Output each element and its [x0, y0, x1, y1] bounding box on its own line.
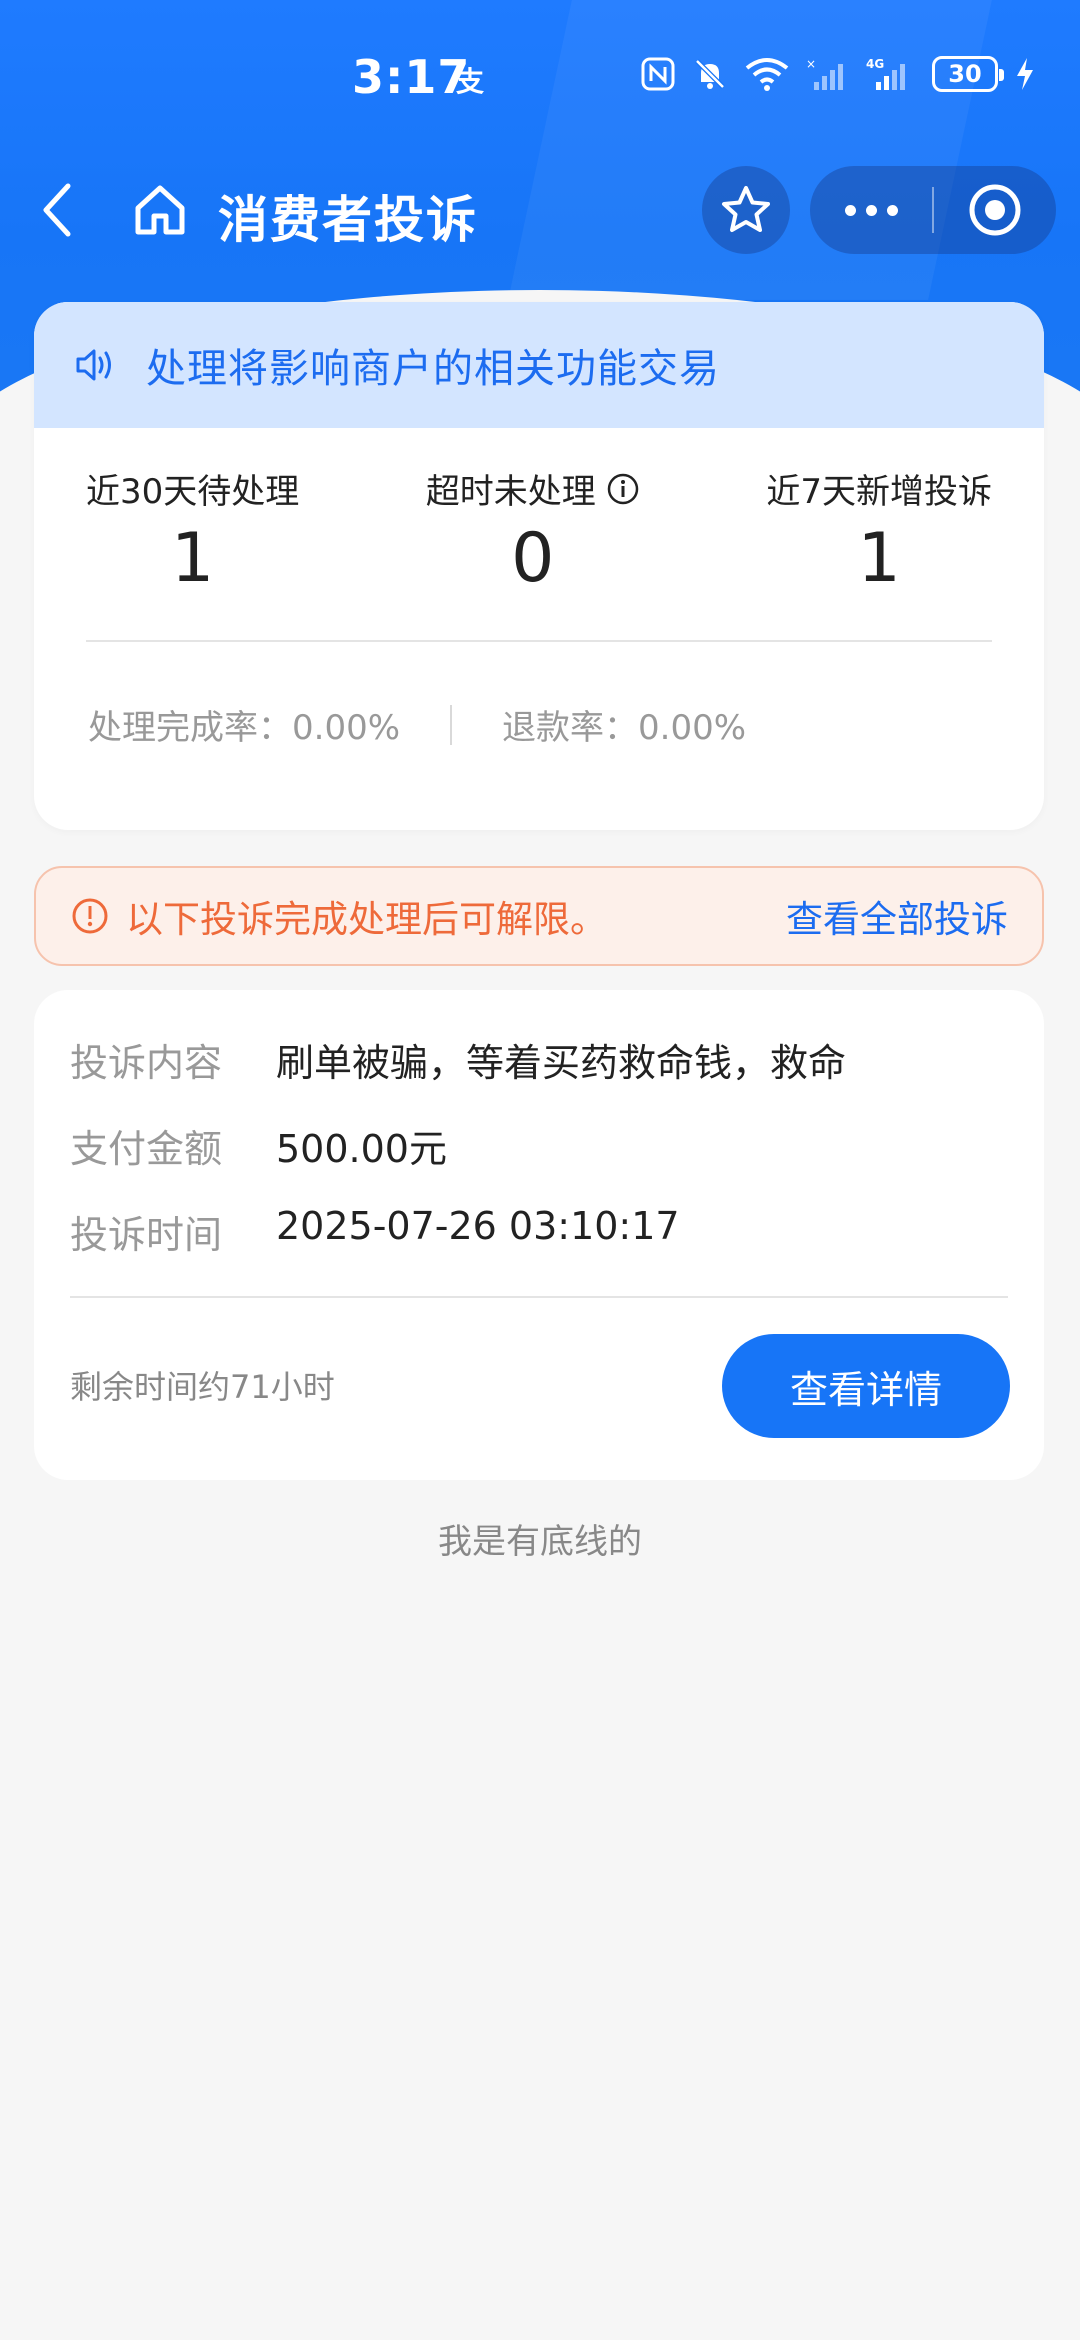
- completion-rate: 处理完成率：0.00%: [88, 708, 401, 748]
- complaint-stats-card: 处理将影响商户的相关功能交易 近30天待处理 1 超时未处理 0 近7天新增投诉…: [34, 302, 1044, 830]
- complaint-time-row: 投诉时间 2025-07-26 03:10:17: [70, 1204, 680, 1259]
- charging-icon: [1017, 58, 1033, 90]
- notice-bar: 处理将影响商户的相关功能交易: [34, 302, 1044, 428]
- field-label: 投诉内容: [70, 1041, 223, 1085]
- signal-icon: ×: [806, 57, 843, 90]
- stat-overdue[interactable]: 超时未处理 0: [426, 464, 640, 598]
- home-button[interactable]: [130, 180, 190, 244]
- payment-amount-row: 支付金额 500.00元: [70, 1118, 447, 1173]
- stats-row: 近30天待处理 1 超时未处理 0 近7天新增投诉 1: [34, 464, 1044, 598]
- home-icon: [135, 185, 185, 235]
- navigation-bar: 消费者投诉: [0, 160, 1080, 260]
- notice-text: 处理将影响商户的相关功能交易: [146, 346, 720, 392]
- stat-value: 1: [171, 519, 215, 598]
- field-label: 投诉时间: [70, 1213, 223, 1257]
- warning-banner: 以下投诉完成处理后可解限。 查看全部投诉: [34, 866, 1044, 966]
- stat-pending-30d[interactable]: 近30天待处理 1: [86, 464, 299, 598]
- favorite-button[interactable]: [702, 166, 790, 254]
- complaint-card: 投诉内容 刷单被骗，等着买药救命钱，救命 支付金额 500.00元 投诉时间 2…: [34, 990, 1044, 1480]
- status-time: 3:17: [352, 50, 471, 104]
- status-bar: 3:17 支 × 4G 30: [0, 0, 1080, 160]
- star-icon: [722, 186, 770, 232]
- end-of-list-text: 我是有底线的: [438, 1522, 642, 1562]
- svg-text:4G: 4G: [866, 57, 884, 71]
- more-dots-icon[interactable]: [810, 204, 932, 216]
- mini-program-capsule: [810, 166, 1056, 254]
- back-arrow-icon: [43, 183, 71, 237]
- view-details-button[interactable]: 查看详情: [722, 1334, 1010, 1438]
- complaint-content-row: 投诉内容 刷单被骗，等着买药救命钱，救命: [70, 1032, 846, 1087]
- signal-4g-icon: 4G: [866, 57, 905, 90]
- speaker-icon: [76, 349, 111, 381]
- stat-label: 近30天待处理: [86, 472, 300, 512]
- stat-label: 超时未处理: [425, 472, 596, 512]
- stat-label: 近7天新增投诉: [766, 472, 992, 512]
- battery-indicator: 30: [932, 56, 1004, 92]
- alipay-status-icon: 支: [456, 65, 485, 98]
- alert-icon: [72, 898, 108, 934]
- rates-row: 处理完成率：0.00% 退款率：0.00%: [34, 700, 1044, 749]
- stat-value: 0: [511, 519, 555, 598]
- status-icons: × 4G 30: [640, 56, 1036, 92]
- svg-text:×: ×: [806, 57, 816, 71]
- stat-label-wrap: 超时未处理: [426, 464, 640, 513]
- nfc-icon: [641, 57, 675, 91]
- stat-value: 1: [857, 519, 901, 598]
- stat-new-7d[interactable]: 近7天新增投诉 1: [766, 464, 992, 598]
- remaining-time: 剩余时间约71小时: [70, 1368, 335, 1406]
- complaint-content-value: 刷单被骗，等着买药救命钱，救命: [276, 1041, 847, 1085]
- stats-divider: [86, 640, 992, 642]
- mute-bell-icon: [695, 59, 725, 89]
- page-title: 消费者投诉: [218, 191, 478, 249]
- wifi-icon: [745, 58, 789, 91]
- info-icon[interactable]: [606, 472, 640, 506]
- view-all-complaints-link[interactable]: 查看全部投诉: [786, 889, 1008, 943]
- back-button[interactable]: [38, 180, 78, 244]
- target-icon: [969, 184, 1021, 236]
- warning-text: 以下投诉完成处理后可解限。: [126, 898, 607, 941]
- rate-divider: [450, 704, 453, 745]
- field-label: 支付金额: [70, 1127, 223, 1171]
- complaint-time-value: 2025-07-26 03:10:17: [276, 1204, 680, 1248]
- refund-rate: 退款率：0.00%: [502, 708, 747, 748]
- close-mini-program-button[interactable]: [934, 182, 1056, 238]
- card-divider: [70, 1296, 1008, 1298]
- payment-amount-value: 500.00元: [276, 1127, 447, 1171]
